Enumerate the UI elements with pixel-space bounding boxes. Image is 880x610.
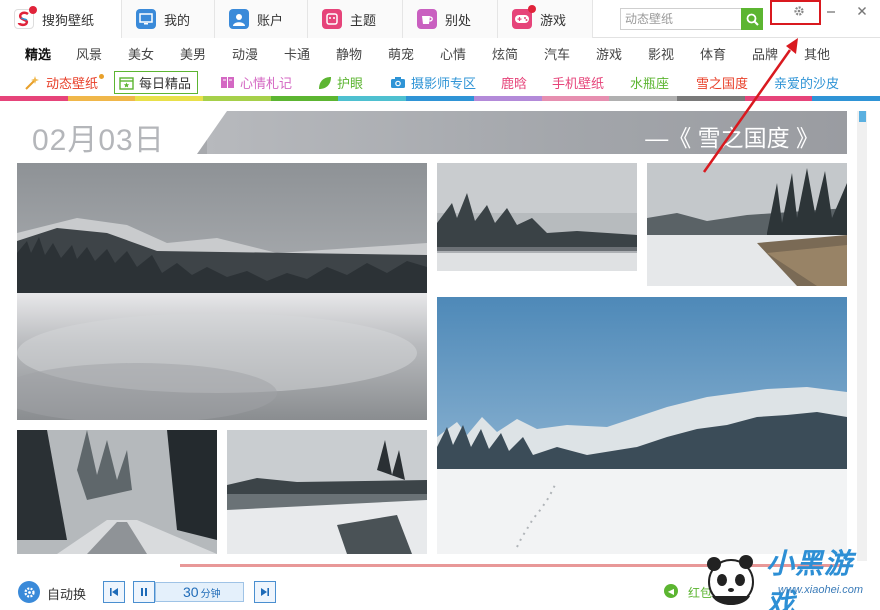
gear-icon: [23, 586, 35, 598]
special-eye-care[interactable]: 护眼: [317, 73, 363, 92]
special-label: 动态壁纸: [46, 76, 99, 91]
skip-forward-icon: [261, 588, 269, 596]
next-button[interactable]: [254, 581, 276, 603]
cup-icon: [417, 9, 437, 29]
auto-switch-button[interactable]: [18, 581, 40, 603]
theme-icon: [322, 9, 342, 29]
watermark-text: 小黑游戏: [766, 548, 854, 610]
tab-label: 我的: [164, 12, 191, 28]
skip-back-icon: [110, 588, 118, 596]
category-cars[interactable]: 汽车: [544, 44, 570, 63]
tab-label: 账户: [257, 12, 284, 28]
tab-label: 搜狗壁纸: [42, 12, 95, 28]
special-label: 摄影师专区: [411, 76, 477, 91]
wallpaper-thumbnail[interactable]: [437, 297, 847, 554]
tab-games[interactable]: 游戏: [498, 0, 593, 38]
annotation-arrow: [702, 38, 798, 173]
tab-elsewhere[interactable]: 别处: [403, 0, 498, 38]
category-movies[interactable]: 影视: [648, 44, 674, 63]
category-games[interactable]: 游戏: [596, 44, 622, 63]
category-featured[interactable]: 精选: [25, 44, 51, 63]
category-cartoon[interactable]: 卡通: [284, 44, 310, 63]
sogou-logo-icon: [14, 6, 37, 29]
interval-timer[interactable]: 30 分钟: [155, 582, 244, 602]
special-phone-wallpaper[interactable]: 手机壁纸: [552, 73, 604, 92]
category-handsome[interactable]: 美男: [180, 44, 206, 63]
watermark: 小黑游戏 www.xiaohei.com: [696, 542, 880, 610]
tab-label: 别处: [445, 12, 472, 28]
leaf-icon: [319, 76, 331, 89]
pause-button[interactable]: [133, 581, 155, 603]
calendar-star-icon: [119, 76, 134, 90]
tab-label: 游戏: [540, 12, 567, 28]
camera-icon: [391, 77, 405, 88]
minimize-icon: [827, 11, 835, 13]
search-button[interactable]: [741, 8, 763, 30]
special-luhan[interactable]: 鹿晗: [501, 73, 527, 92]
speaker-icon[interactable]: ◀: [664, 584, 678, 598]
scrollbar-thumb[interactable]: [859, 111, 866, 122]
highlight-box: [770, 0, 821, 25]
previous-button[interactable]: [103, 581, 125, 603]
timer-value: 30: [183, 584, 199, 600]
special-photographers[interactable]: 摄影师专区: [390, 73, 476, 92]
special-label: 心情札记: [240, 76, 293, 91]
category-minimal[interactable]: 炫简: [492, 44, 518, 63]
category-pets[interactable]: 萌宠: [388, 44, 414, 63]
tab-label: 主题: [350, 12, 377, 28]
category-beauty[interactable]: 美女: [128, 44, 154, 63]
category-anime[interactable]: 动漫: [232, 44, 258, 63]
tab-sogou-wallpaper[interactable]: 搜狗壁纸: [0, 0, 122, 38]
close-icon: [858, 7, 866, 15]
search-box: [620, 8, 763, 30]
minimize-button[interactable]: [820, 2, 842, 20]
category-mood[interactable]: 心情: [440, 44, 466, 63]
special-mood-notes[interactable]: 心情札记: [220, 73, 292, 92]
magic-wand-icon: [25, 75, 39, 90]
wallpaper-thumbnail[interactable]: [227, 430, 427, 554]
close-button[interactable]: [851, 2, 873, 20]
special-aquarius[interactable]: 水瓶座: [630, 73, 669, 92]
banner-date: 02月03日: [32, 124, 165, 154]
gamepad-icon: [512, 5, 536, 29]
scrollbar[interactable]: [857, 111, 867, 561]
pause-icon: [141, 588, 147, 596]
wallpaper-thumbnail[interactable]: [17, 430, 217, 554]
panda-logo-icon: [707, 555, 754, 605]
category-scenery[interactable]: 风景: [76, 44, 102, 63]
special-label: 每日精品: [139, 76, 192, 91]
tab-theme[interactable]: 主题: [308, 0, 403, 38]
tab-account[interactable]: 账户: [215, 0, 308, 38]
book-icon: [221, 77, 234, 88]
special-label: 护眼: [337, 76, 364, 91]
wallpaper-thumbnail[interactable]: [647, 163, 847, 286]
special-daily-picks[interactable]: 每日精品: [114, 71, 199, 94]
search-icon: [746, 13, 759, 26]
search-input[interactable]: [621, 9, 739, 29]
new-dot: [99, 74, 105, 79]
monitor-icon: [136, 9, 156, 29]
user-icon: [229, 9, 249, 29]
category-still-life[interactable]: 静物: [336, 44, 362, 63]
auto-switch-label: 自动换: [47, 587, 87, 602]
wallpaper-thumbnail[interactable]: [17, 163, 427, 420]
timer-unit: 分钟: [200, 588, 221, 600]
special-dynamic-wallpaper[interactable]: 动态壁纸: [24, 73, 105, 92]
wallpaper-thumbnail[interactable]: [437, 163, 637, 271]
watermark-site: www.xiaohei.com: [778, 584, 863, 596]
tab-mine[interactable]: 我的: [122, 0, 215, 38]
